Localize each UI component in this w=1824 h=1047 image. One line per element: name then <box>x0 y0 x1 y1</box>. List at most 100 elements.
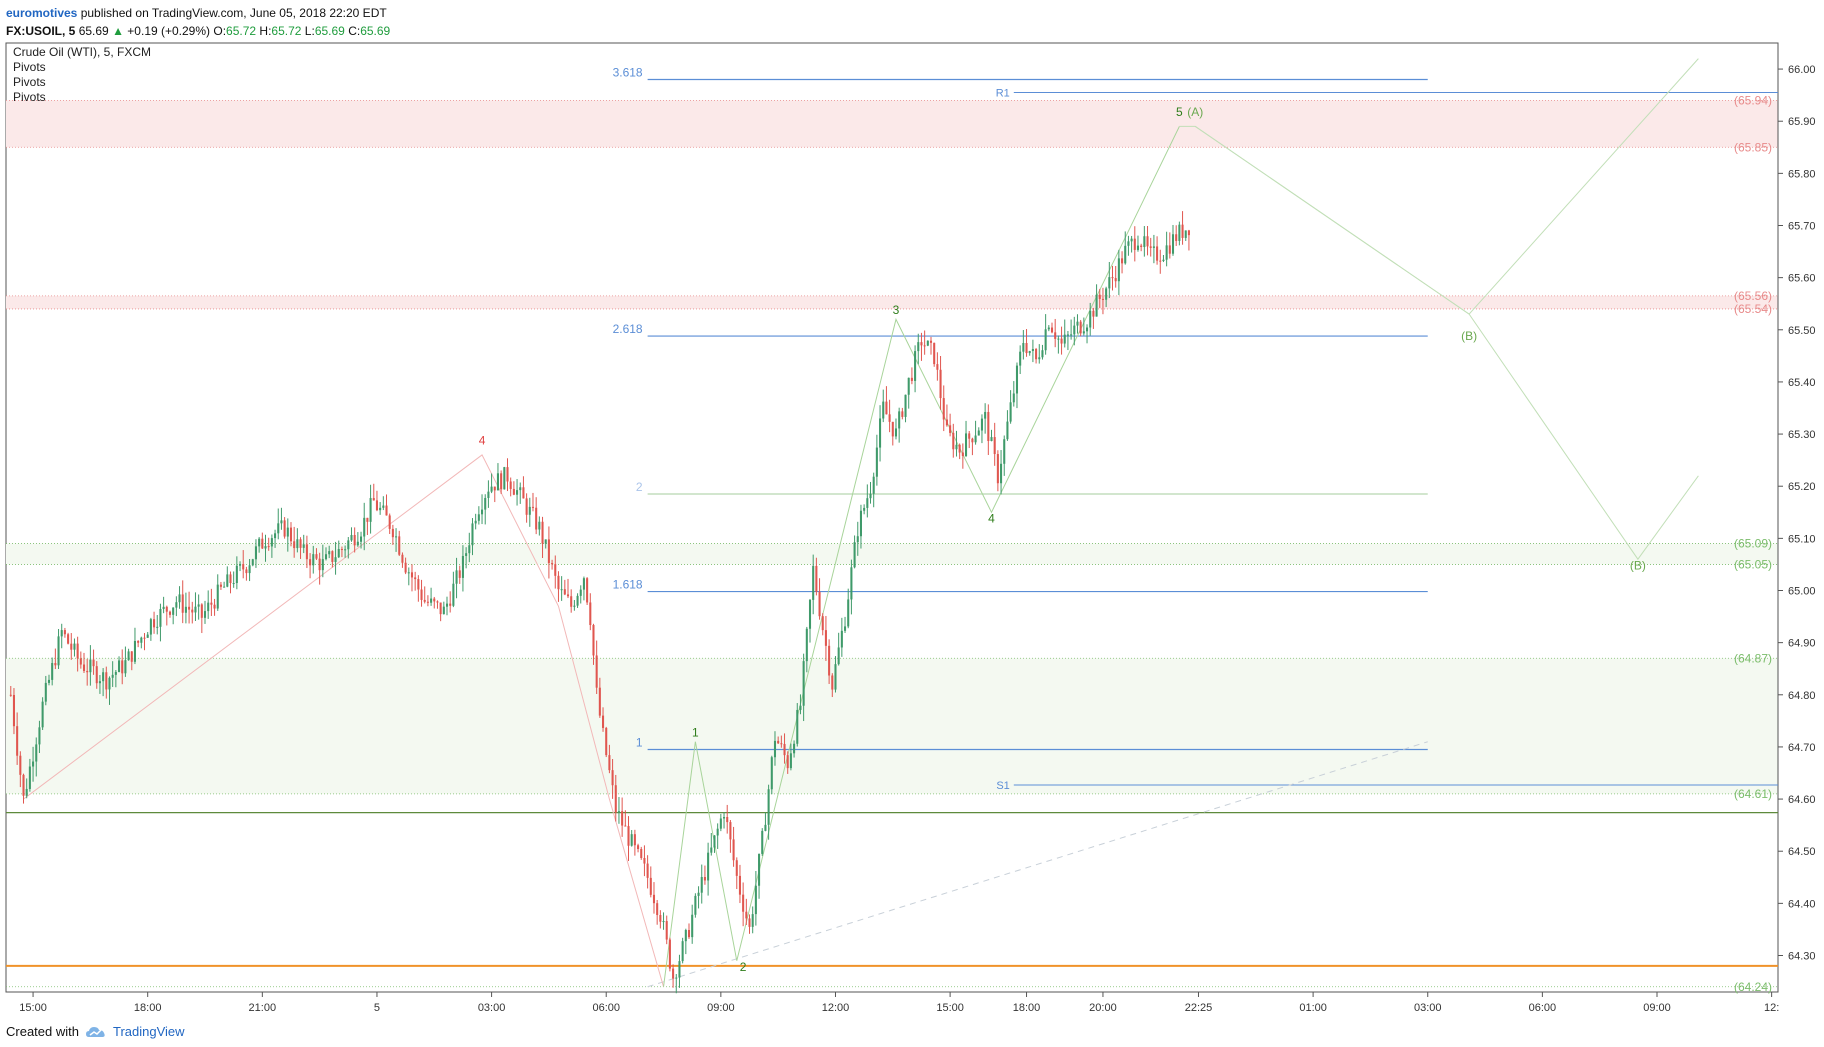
candle-body <box>449 603 452 606</box>
x-tick-label: 15:00 <box>19 1002 47 1014</box>
candle-body <box>417 579 420 590</box>
candle-body <box>1117 258 1120 282</box>
candle-body <box>885 401 888 415</box>
candle-body <box>277 523 280 534</box>
candle-body <box>547 539 550 564</box>
candle-body <box>904 394 907 417</box>
candle-body <box>812 565 815 600</box>
candle-body <box>124 660 127 674</box>
y-tick-label: 65.90 <box>1788 116 1816 128</box>
candle-body <box>697 892 700 896</box>
candle-body <box>1140 245 1143 247</box>
candle-body <box>162 606 165 609</box>
candle-body <box>783 743 786 756</box>
candle-body <box>1111 277 1114 279</box>
candle-body <box>73 643 76 650</box>
candle-body <box>63 630 66 635</box>
candle-body <box>824 630 827 646</box>
y-tick-label: 64.50 <box>1788 846 1816 858</box>
candle-body <box>76 643 79 659</box>
candle-body <box>9 694 12 696</box>
candle-body <box>385 505 388 516</box>
candle-body <box>1171 234 1175 254</box>
candle-body <box>296 539 299 549</box>
candle-body <box>566 594 570 597</box>
candle-body <box>315 554 318 559</box>
candle-body <box>401 554 404 563</box>
candle-body <box>1060 338 1063 344</box>
candle-body <box>264 546 267 549</box>
price-chart[interactable]: (65.94) (65.85) (65.56)(65.54) (65.09) (65.0… <box>0 0 1824 1047</box>
y-tick-label: 64.30 <box>1788 951 1816 963</box>
candle-body <box>786 755 789 769</box>
candle-body <box>481 509 484 515</box>
candle-body <box>955 444 958 450</box>
candle-body <box>188 606 191 610</box>
candle-body <box>210 602 213 605</box>
candle-body <box>707 852 710 881</box>
candle-body <box>964 433 968 456</box>
x-tick-label: 18:00 <box>134 1002 162 1014</box>
candle-body <box>624 825 627 827</box>
candle-body <box>582 578 585 590</box>
candle-body <box>324 554 328 560</box>
candle-body <box>239 564 242 566</box>
candle-body <box>70 643 73 650</box>
wave-label: 4 <box>988 512 995 526</box>
candle-body <box>1063 334 1066 344</box>
candle-body <box>732 839 735 861</box>
candle-body <box>888 414 891 422</box>
price-level-label: (65.85) <box>1734 140 1772 154</box>
candle-body <box>477 514 480 521</box>
candle-body <box>531 506 535 508</box>
candle-body <box>1146 236 1149 247</box>
candle-body <box>369 498 372 522</box>
candle-body <box>799 705 802 710</box>
candle-body <box>140 637 143 643</box>
candle-body <box>1089 310 1092 328</box>
candle-body <box>146 634 149 638</box>
candle-body <box>1152 246 1155 248</box>
candle-body <box>439 602 442 615</box>
candle-body <box>1038 357 1041 360</box>
wave-label: 5 <box>1176 105 1183 119</box>
candle-body <box>274 533 277 539</box>
y-tick-label: 64.80 <box>1788 690 1816 702</box>
candle-body <box>952 432 955 450</box>
candle-body <box>1162 259 1165 262</box>
candle-body <box>1044 329 1047 351</box>
candle-body <box>929 340 933 343</box>
candle-body <box>691 914 694 938</box>
candle-body <box>837 647 840 665</box>
y-tick-label: 65.30 <box>1788 429 1816 441</box>
candle-body <box>907 377 910 395</box>
candle-body <box>923 345 926 347</box>
candle-body <box>398 536 401 555</box>
candle-body <box>646 863 649 878</box>
candle-body <box>267 546 270 548</box>
candle-body <box>700 877 703 893</box>
candle-body <box>1076 321 1079 326</box>
candle-body <box>98 681 101 684</box>
candle-body <box>1165 245 1168 260</box>
tradingview-brand[interactable]: TradingView <box>113 1024 185 1039</box>
candle-body <box>1095 294 1098 317</box>
candle-body <box>722 817 726 819</box>
candle-body <box>350 535 353 541</box>
candle-body <box>528 506 531 515</box>
candle-body <box>1041 350 1044 358</box>
candle-body <box>649 877 652 895</box>
candle-body <box>458 570 461 578</box>
candle-body <box>500 473 503 490</box>
candle-body <box>395 536 398 538</box>
candle-body <box>452 583 455 606</box>
candle-body <box>875 447 878 477</box>
candle-body <box>926 340 929 346</box>
candle-body <box>283 520 286 537</box>
plot-frame <box>5 42 1779 993</box>
candle-body <box>404 562 407 573</box>
candle-body <box>818 591 821 617</box>
price-level-label: (64.61) <box>1734 787 1772 801</box>
wave-label: 2 <box>740 960 747 974</box>
candle-body <box>535 507 538 530</box>
